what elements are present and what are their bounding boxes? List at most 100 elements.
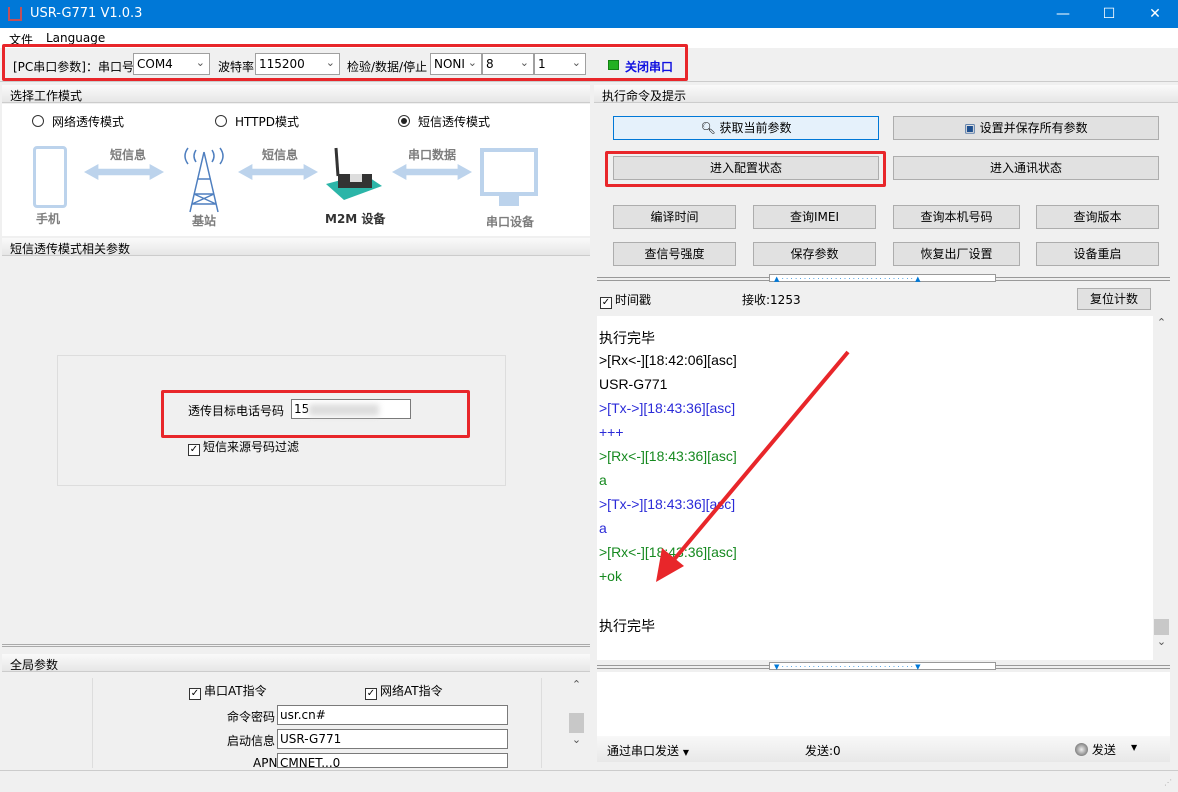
maximize-button[interactable]: ☐	[1086, 0, 1132, 28]
phone-label: 手机	[36, 212, 61, 226]
caret-down-icon: ▼	[682, 748, 689, 757]
scroll-down-icon[interactable]: ⌄	[1153, 635, 1170, 648]
network-at-checkbox[interactable]: ✓ 网络AT指令	[365, 682, 443, 700]
sms-label: 短信息	[110, 148, 147, 162]
query-imei-button[interactable]: 查询IMEI	[753, 205, 876, 229]
boot-info-input[interactable]: USR-G771	[277, 729, 508, 749]
signal-strength-button[interactable]: 查信号强度	[613, 242, 736, 266]
save-params-button[interactable]: 保存参数	[753, 242, 876, 266]
mode-label: 短信透传模式	[418, 115, 491, 129]
double-arrow-icon	[392, 164, 472, 180]
send-options-caret-icon[interactable]: ▼	[1131, 743, 1137, 752]
cmd-pwd-label: 命令密码	[227, 710, 276, 724]
title-bar: USR-G771 V1.0.3 — ☐ ✕	[0, 0, 1178, 28]
global-scrollbar[interactable]: ⌃ ⌄	[568, 678, 585, 768]
splitter[interactable]	[2, 644, 590, 647]
log-line: 执行完毕	[599, 330, 655, 346]
source-filter-label: 短信来源号码过滤	[203, 440, 300, 454]
log-line: USR-G771	[599, 376, 668, 392]
send-via-dropdown[interactable]: 通过串口发送 ▼	[607, 742, 689, 759]
log-line: a	[599, 520, 607, 536]
status-divider	[0, 770, 1178, 771]
log-line: >[Rx<-][18:42:06][asc]	[599, 352, 737, 368]
scroll-down-icon[interactable]: ⌄	[568, 733, 585, 746]
send-input[interactable]	[597, 672, 1170, 736]
monitor-stand-icon	[499, 196, 519, 206]
send-via-label: 通过串口发送	[607, 744, 680, 758]
reset-count-button[interactable]: 复位计数	[1077, 288, 1151, 310]
get-params-label: 获取当前参数	[719, 121, 792, 135]
log-line: +++	[599, 424, 624, 440]
checkbox-checked-icon: ✓	[600, 297, 612, 309]
double-arrow-icon	[84, 164, 164, 180]
mode-label: HTTPD模式	[235, 115, 299, 129]
get-params-button[interactable]: 🔍︎ 获取当前参数	[613, 116, 879, 140]
monitor-icon	[480, 148, 538, 196]
mode-radio-network[interactable]: 网络透传模式	[32, 113, 124, 130]
menu-language[interactable]: Language	[46, 31, 105, 45]
checkbox-checked-icon: ✓	[188, 444, 200, 456]
global-params-panel: ✓ 串口AT指令 ✓ 网络AT指令 命令密码 usr.cn# 启动信息 USR-G7…	[92, 678, 542, 770]
app-icon	[8, 7, 22, 21]
phone-icon	[33, 146, 67, 208]
serial-data-label: 串口数据	[408, 148, 457, 162]
close-button[interactable]: ✕	[1132, 0, 1178, 28]
factory-reset-button[interactable]: 恢复出厂设置	[893, 242, 1020, 266]
reboot-button[interactable]: 设备重启	[1036, 242, 1159, 266]
mode-panel: 网络透传模式 HTTPD模式 短信透传模式 手机 短信息 基站 短信息 M2M …	[2, 104, 590, 236]
commands-section-header: 执行命令及提示	[594, 85, 1178, 103]
highlight-box	[2, 44, 688, 81]
m2m-label: M2M 设备	[325, 212, 386, 226]
mode-section-header: 选择工作模式	[2, 85, 590, 103]
serial-at-checkbox[interactable]: ✓ 串口AT指令	[189, 682, 267, 700]
global-section-header: 全局参数	[2, 654, 590, 672]
log-line: 执行完毕	[599, 618, 655, 634]
query-number-button[interactable]: 查询本机号码	[893, 205, 1020, 229]
sms-label: 短信息	[262, 148, 299, 162]
send-label: 发送	[1091, 743, 1116, 757]
send-count: 发送:0	[805, 744, 841, 758]
floppy-disk-icon: ▣	[964, 121, 980, 135]
log-line: a	[599, 472, 607, 488]
compile-time-button[interactable]: 编译时间	[613, 205, 736, 229]
radio-icon	[215, 115, 227, 127]
serial-at-label: 串口AT指令	[204, 684, 267, 698]
network-at-label: 网络AT指令	[380, 684, 443, 698]
scroll-thumb[interactable]	[1154, 619, 1169, 635]
save-all-button[interactable]: ▣ 设置并保存所有参数	[893, 116, 1159, 140]
serial-device-label: 串口设备	[486, 215, 535, 229]
mode-radio-sms[interactable]: 短信透传模式	[398, 113, 490, 130]
query-version-button[interactable]: 查询版本	[1036, 205, 1159, 229]
m2m-device-icon	[326, 147, 382, 200]
receive-log[interactable]: 执行完毕 >[Rx<-][18:42:06][asc] USR-G771 >[Tx->…	[597, 316, 1153, 660]
checkbox-checked-icon: ✓	[189, 688, 201, 700]
apn-input[interactable]: CMNET...0	[277, 753, 508, 768]
enter-comm-button[interactable]: 进入通讯状态	[893, 156, 1159, 180]
speaker-icon	[1075, 743, 1088, 756]
log-line: >[Rx<-][18:43:36][asc]	[599, 544, 737, 560]
timestamp-checkbox[interactable]: ✓ 时间戳	[600, 291, 651, 309]
scroll-up-icon[interactable]: ⌃	[1153, 316, 1170, 329]
tower-label: 基站	[192, 214, 217, 228]
source-filter-checkbox[interactable]: ✓ 短信来源号码过滤	[188, 438, 299, 456]
scroll-up-icon[interactable]: ⌃	[568, 678, 585, 691]
log-line: >[Rx<-][18:43:36][asc]	[599, 448, 737, 464]
minimize-button[interactable]: —	[1040, 0, 1086, 28]
resize-grip-icon[interactable]: ⋰	[1164, 778, 1174, 788]
receive-count: 接收:1253	[742, 293, 801, 307]
mode-label: 网络透传模式	[52, 115, 125, 129]
apn-label: APN	[253, 756, 278, 770]
scroll-thumb[interactable]	[569, 713, 584, 733]
save-all-label: 设置并保存所有参数	[979, 121, 1088, 135]
splitter-handle[interactable]: ▲ · · · · · · · · · · · · · · · · · · · …	[769, 274, 996, 283]
cmd-pwd-input[interactable]: usr.cn#	[277, 705, 508, 725]
mode-radio-httpd[interactable]: HTTPD模式	[215, 113, 299, 130]
highlight-box	[605, 151, 886, 187]
splitter-handle[interactable]: ▼ · · · · · · · · · · · · · · · · · · · …	[769, 662, 996, 671]
log-line: >[Tx->][18:43:36][asc]	[599, 496, 736, 512]
log-scrollbar[interactable]: ⌃ ⌄	[1153, 316, 1170, 660]
highlight-box	[161, 390, 470, 438]
search-doc-icon: 🔍︎	[700, 121, 720, 135]
send-button[interactable]: 发送	[1075, 741, 1116, 758]
radio-icon	[32, 115, 44, 127]
